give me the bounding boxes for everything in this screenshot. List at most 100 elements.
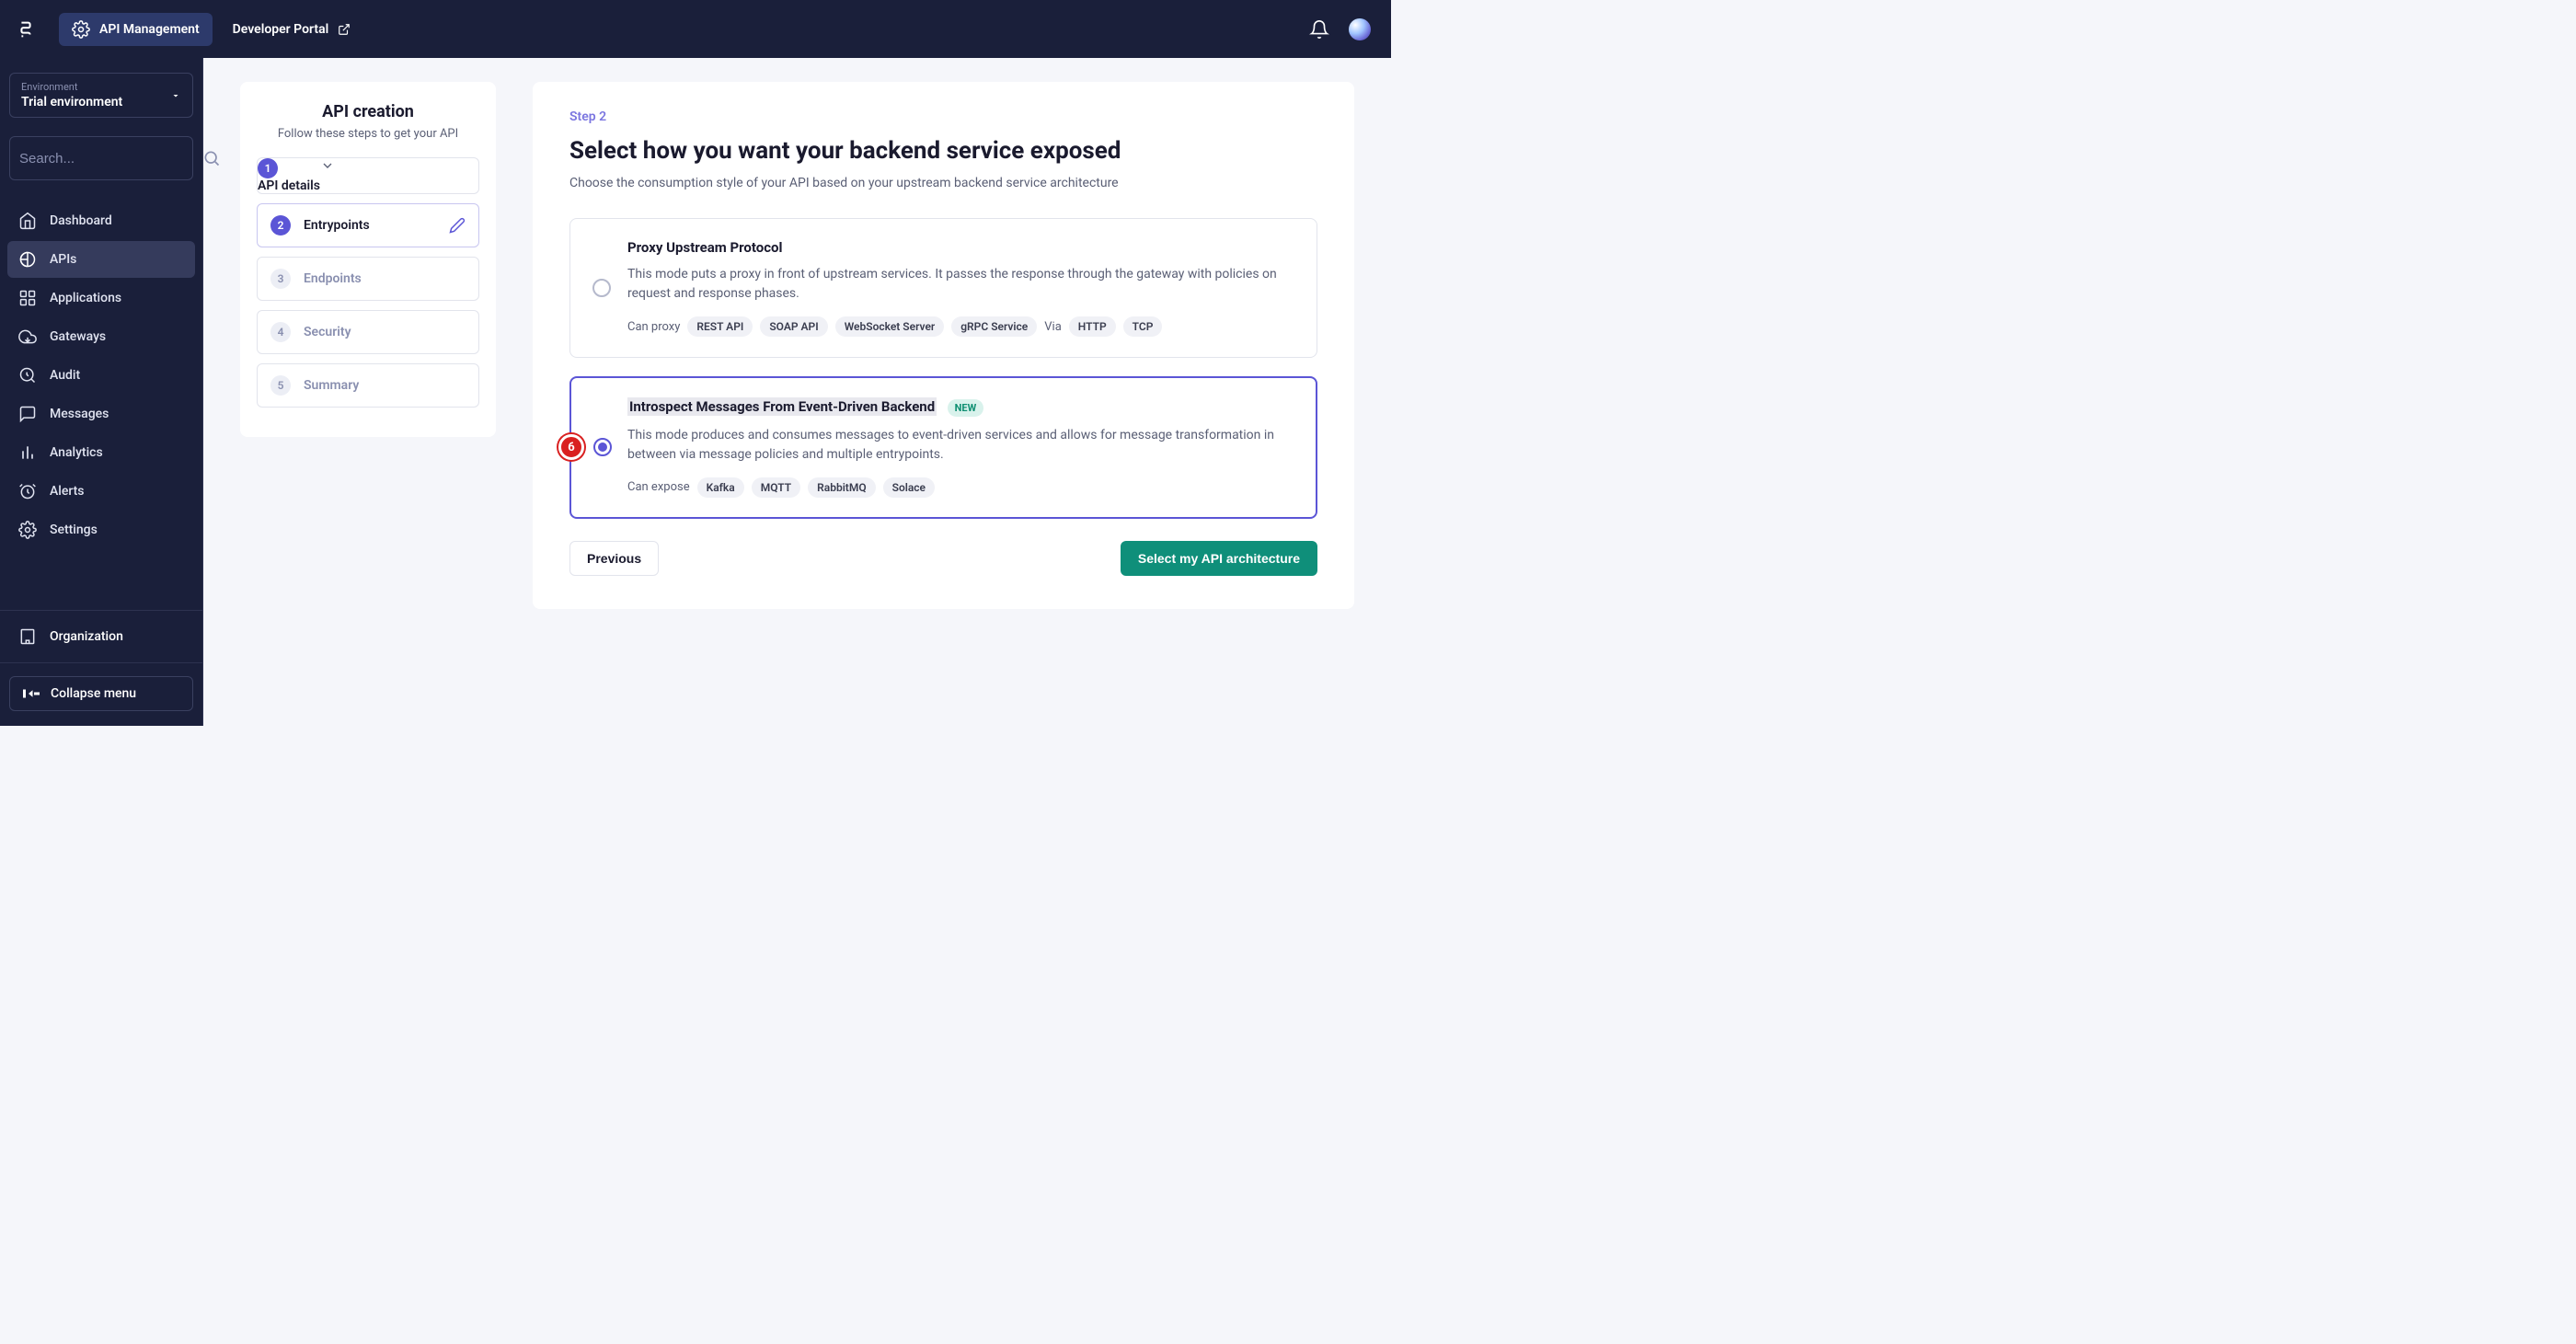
sidebar-item-label: Messages [50,407,109,421]
sidebar-item-label: Dashboard [50,213,112,228]
step-endpoints[interactable]: 3 Endpoints [257,257,479,301]
sidebar-item-alerts[interactable]: Alerts [7,473,195,510]
search-input[interactable] [19,151,202,167]
step-number: 2 [270,215,291,235]
nav-developer-portal-label: Developer Portal [233,22,329,37]
collapse-label: Collapse menu [51,686,136,701]
sidebar-item-label: Applications [50,291,121,305]
step-security[interactable]: 4 Security [257,310,479,354]
step-api-details[interactable]: 1 API details [257,157,479,194]
option-description: This mode produces and consumes messages… [627,426,1294,465]
edit-icon[interactable] [449,217,466,234]
gear-badge-icon [72,20,90,39]
previous-button[interactable]: Previous [569,541,659,576]
step-number: 1 [258,158,278,178]
tag: Kafka [697,477,744,498]
nav-developer-portal[interactable]: Developer Portal [220,15,364,44]
user-avatar[interactable] [1343,13,1376,46]
chevron-down-icon [320,158,335,173]
stepper-title: API creation [257,102,479,121]
messages-icon [18,405,37,423]
environment-label: Environment [21,81,181,93]
tag-lead: Can proxy [627,320,680,334]
sidebar-item-dashboard[interactable]: Dashboard [7,202,195,239]
sidebar-item-analytics[interactable]: Analytics [7,434,195,471]
gear-icon [18,521,37,539]
sidebar-item-audit[interactable]: Audit [7,357,195,394]
option-tags: Can proxy REST API SOAP API WebSocket Se… [627,316,1294,337]
app-logo[interactable] [15,18,37,40]
stepper-card: API creation Follow these steps to get y… [240,82,496,437]
tag: Solace [883,477,935,498]
new-badge: NEW [948,399,984,417]
sidebar-item-settings[interactable]: Settings [7,511,195,548]
audit-icon [18,366,37,385]
sidebar-nav: Dashboard APIs Applications Gateways Aud… [0,202,202,548]
nav-api-management[interactable]: API Management [59,13,213,46]
step-expand-button[interactable] [320,158,335,193]
tag-mid: Via [1044,320,1062,334]
page-description: Choose the consumption style of your API… [569,176,1317,190]
apps-icon [18,289,37,307]
tag: WebSocket Server [835,316,945,337]
organization-icon [18,627,37,646]
external-link-icon [338,23,351,36]
tag: REST API [687,316,753,337]
radio-checked-icon[interactable] [593,438,612,456]
page-title: Select how you want your backend service… [569,137,1317,165]
sidebar-item-label: APIs [50,252,76,267]
analytics-icon [18,443,37,462]
step-label: API details [258,178,320,193]
step-summary[interactable]: 5 Summary [257,363,479,408]
sidebar-item-gateways[interactable]: Gateways [7,318,195,355]
notifications-button[interactable] [1303,13,1336,46]
sidebar-item-apis[interactable]: APIs [7,241,195,278]
tag: TCP [1123,316,1163,337]
sidebar-item-label: Audit [50,368,80,383]
api-icon [18,250,37,269]
step-label: Entrypoints [304,218,370,233]
annotation-marker: 6 [558,434,584,460]
step-number: 4 [270,322,291,342]
radio-unchecked-icon[interactable] [592,279,611,297]
cloud-icon [18,327,37,346]
search-box[interactable] [9,136,193,180]
step-label: Endpoints [304,271,362,286]
option-title: Introspect Messages From Event-Driven Ba… [627,397,937,416]
organization-label: Organization [50,629,123,644]
sidebar-item-label: Alerts [50,484,85,499]
sidebar-item-organization[interactable]: Organization [0,611,202,662]
collapse-menu-button[interactable]: Collapse menu [9,676,193,711]
option-introspect-messages[interactable]: 6 Introspect Messages From Event-Driven … [569,376,1317,519]
sidebar-item-messages[interactable]: Messages [7,396,195,432]
collapse-icon [23,687,40,700]
tag: MQTT [752,477,800,498]
tag: gRPC Service [951,316,1037,337]
environment-selector[interactable]: Environment Trial environment [9,73,193,118]
option-title: Proxy Upstream Protocol [627,239,782,256]
main-content: API creation Follow these steps to get y… [203,58,1391,726]
tag: HTTP [1069,316,1116,337]
option-tags: Can expose Kafka MQTT RabbitMQ Solace [627,477,1294,498]
sidebar-item-label: Gateways [50,329,106,344]
nav-api-management-label: API Management [99,22,200,37]
tag: SOAP API [760,316,827,337]
environment-value: Trial environment [21,95,181,109]
tag: RabbitMQ [808,477,876,498]
home-icon [18,212,37,230]
step-indicator: Step 2 [569,109,1317,124]
content-card: Step 2 Select how you want your backend … [533,82,1354,609]
avatar-icon [1349,18,1371,40]
option-proxy-upstream[interactable]: Proxy Upstream Protocol This mode puts a… [569,218,1317,358]
step-entrypoints[interactable]: 2 Entrypoints [257,203,479,247]
select-architecture-button[interactable]: Select my API architecture [1121,541,1317,576]
step-number: 5 [270,375,291,396]
sidebar-item-applications[interactable]: Applications [7,280,195,316]
tag-lead: Can expose [627,480,690,494]
sidebar: Environment Trial environment Dashboard [0,58,203,726]
clock-icon [18,482,37,500]
bell-icon [1309,19,1329,40]
step-label: Summary [304,378,359,393]
chevron-down-icon [170,90,181,101]
stepper-subtitle: Follow these steps to get your API [257,127,479,141]
